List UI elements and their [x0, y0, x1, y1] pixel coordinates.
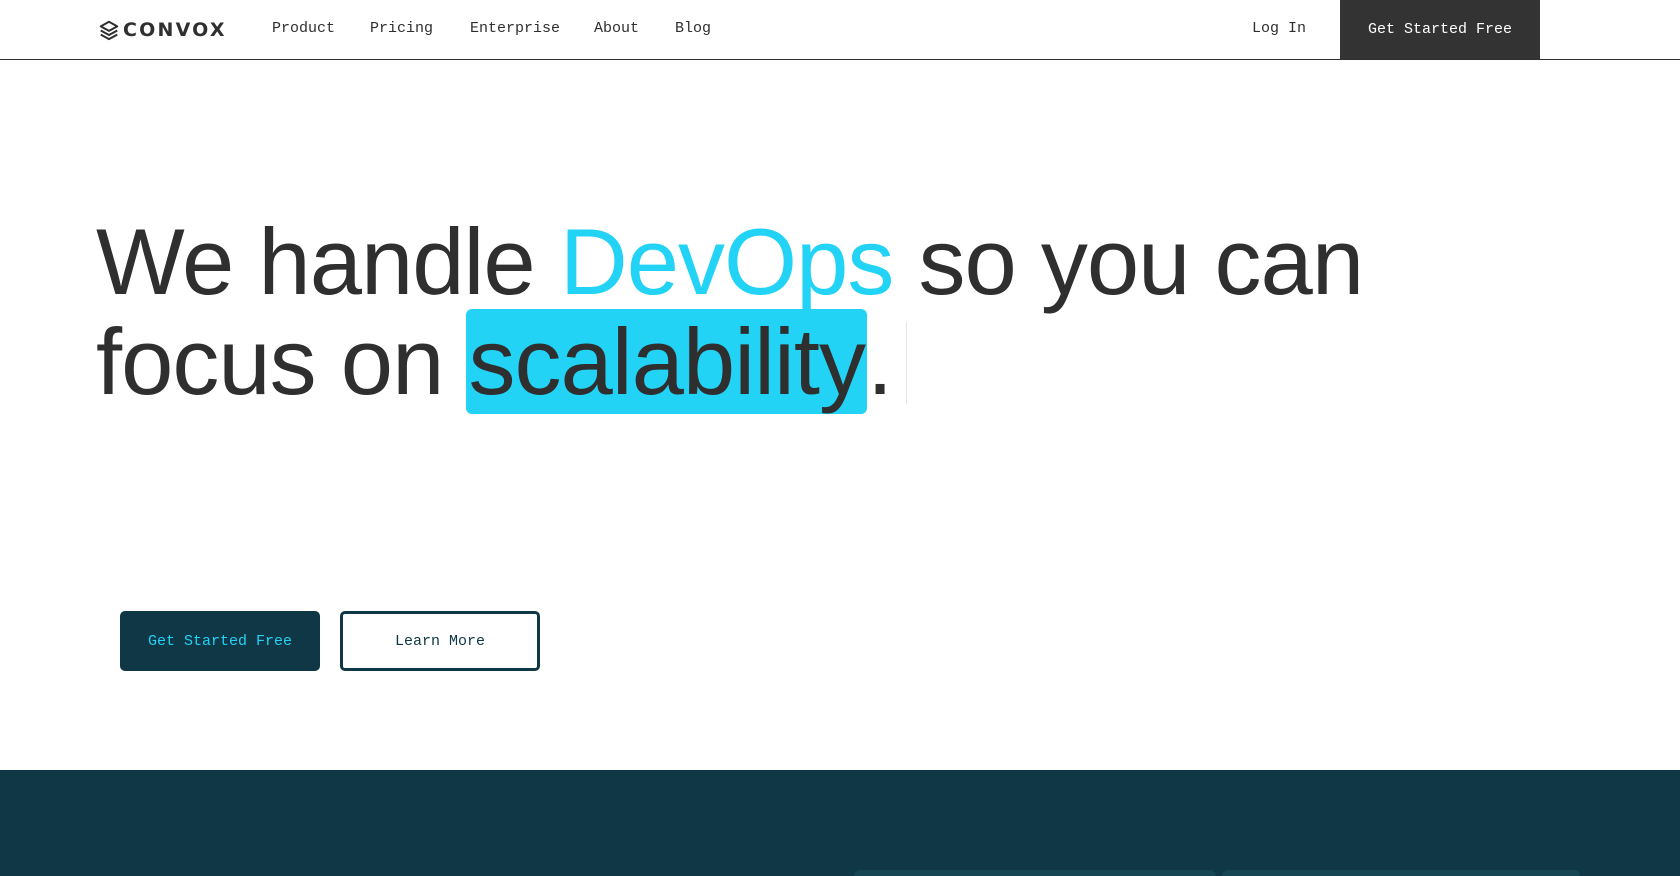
stack-layers-icon — [98, 19, 120, 41]
login-link[interactable]: Log In — [1252, 20, 1306, 37]
hero-headline: We handle DevOps so you can focus on scal… — [96, 209, 1516, 414]
typing-cursor — [906, 322, 908, 404]
brand-logo[interactable]: CONVOX — [98, 18, 227, 42]
hero-period: . — [866, 309, 893, 414]
hero-text-2: so you can — [893, 209, 1364, 314]
nav-about[interactable]: About — [594, 20, 639, 37]
get-started-button[interactable]: Get Started Free — [120, 611, 320, 671]
hero-accent-word: DevOps — [559, 209, 895, 314]
feature-card — [854, 870, 1216, 876]
page: CONVOX Product Pricing Enterprise About … — [0, 0, 1680, 876]
hero-highlighted-word: scalability — [466, 309, 867, 414]
brand-name: CONVOX — [123, 19, 227, 41]
hero-text-3: focus on — [96, 309, 469, 414]
nav-product[interactable]: Product — [272, 20, 335, 37]
feature-card — [1222, 870, 1580, 876]
hero-text-1: We handle — [96, 209, 560, 314]
nav-enterprise[interactable]: Enterprise — [470, 20, 560, 37]
nav-get-started-button[interactable]: Get Started Free — [1340, 0, 1540, 59]
learn-more-button[interactable]: Learn More — [340, 611, 540, 671]
nav-blog[interactable]: Blog — [675, 20, 711, 37]
nav-pricing[interactable]: Pricing — [370, 20, 433, 37]
features-section — [0, 770, 1680, 876]
top-navigation: CONVOX Product Pricing Enterprise About … — [0, 0, 1680, 60]
